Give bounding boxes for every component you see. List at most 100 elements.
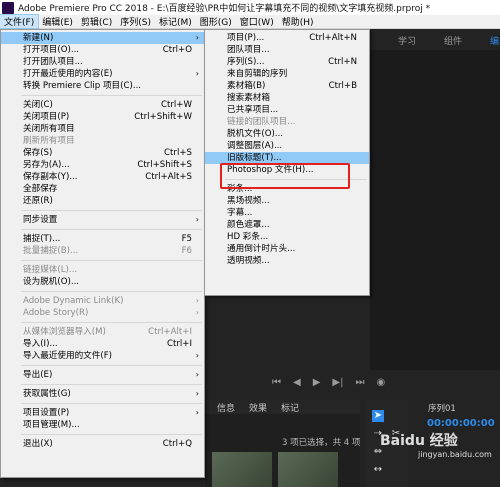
menu-bar: 文件(F) 编辑(E) 剪辑(C) 序列(S) 标记(M) 图形(G) 窗口(W) 帮助(H) — [0, 14, 500, 29]
menu-item-shortcut: Ctrl+O — [162, 45, 192, 55]
new-submenu-item-1[interactable]: 团队项目... — [205, 44, 369, 56]
step-back-icon[interactable]: ⏮ — [272, 377, 281, 388]
new-submenu-item-6[interactable]: 已共享项目... — [205, 104, 369, 116]
menubar-item-7[interactable]: 帮助(H) — [278, 15, 318, 28]
menu-separator — [21, 260, 202, 261]
new-submenu-item-11[interactable]: Photoshop 文件(H)... — [205, 164, 369, 176]
step-forward-icon[interactable]: ⏭ — [355, 377, 364, 388]
premiere-app-icon — [2, 1, 14, 14]
menu-separator — [21, 403, 202, 404]
file-menu-item-7[interactable]: 关闭项目(P) Ctrl+Shift+W — [1, 111, 204, 123]
menu-item-shortcut: Ctrl+Alt+S — [145, 172, 192, 182]
file-menu-item-1[interactable]: 打开项目(O)... Ctrl+O — [1, 44, 204, 56]
file-menu: 新建(N) › 打开项目(O)... Ctrl+O 打开团队项目... 打开最近使用的内容… — [0, 29, 205, 478]
sequence-title[interactable]: 序列01 — [428, 402, 456, 414]
new-submenu-item-8[interactable]: 脱机文件(O)... — [205, 128, 369, 140]
file-menu-item-24[interactable]: Adobe Dynamic Link(K) › — [1, 295, 204, 307]
menubar-item-3[interactable]: 序列(S) — [116, 15, 155, 28]
file-menu-item-6[interactable]: 关闭(C) Ctrl+W — [1, 99, 204, 111]
workspace-tab-1[interactable]: 组件 — [444, 34, 462, 47]
timecode-display[interactable]: 00:00:00:00 — [427, 418, 495, 429]
menu-item-label: 调整图层(A)... — [227, 141, 283, 151]
file-menu-item-19[interactable]: 批量捕捉(B)... F6 — [1, 245, 204, 257]
new-submenu-item-15[interactable]: 字幕... — [205, 207, 369, 219]
menubar-item-6[interactable]: 窗口(W) — [236, 15, 278, 28]
new-submenu: 项目(P)... Ctrl+Alt+N 团队项目... 序列(S)... Ctrl+N 来… — [204, 29, 370, 296]
camera-icon[interactable]: ◉ — [376, 377, 385, 388]
file-menu-item-33[interactable]: 获取属性(G) › — [1, 388, 204, 400]
menu-separator — [21, 210, 202, 211]
new-submenu-item-18[interactable]: 通用倒计时片头... — [205, 243, 369, 255]
menu-item-label: 关闭(C) — [23, 100, 53, 110]
chevron-right-icon: › — [195, 389, 199, 398]
chevron-right-icon: › — [195, 351, 199, 360]
menu-item-label: 新建(N) — [23, 33, 54, 43]
menu-separator — [21, 95, 202, 96]
workspace-tab-2[interactable]: 编 — [490, 34, 499, 47]
project-tab-1[interactable]: 效果 — [249, 401, 267, 414]
file-menu-item-31[interactable]: 导出(E) › — [1, 369, 204, 381]
clip-thumbnail[interactable] — [212, 452, 272, 487]
file-menu-item-38[interactable]: 退出(X) Ctrl+Q — [1, 438, 204, 450]
file-menu-item-36[interactable]: 项目管理(M)... — [1, 419, 204, 431]
new-submenu-item-9[interactable]: 调整图层(A)... — [205, 140, 369, 152]
file-menu-item-25[interactable]: Adobe Story(R) › — [1, 307, 204, 319]
forward-icon[interactable]: ▶| — [332, 377, 343, 388]
selection-tool-icon[interactable]: ➤ — [372, 410, 384, 422]
new-submenu-item-13[interactable]: 彩条... — [205, 183, 369, 195]
file-menu-item-27[interactable]: 从媒体浏览器导入(M) Ctrl+Alt+I — [1, 326, 204, 338]
workspace-tab-0[interactable]: 学习 — [398, 34, 416, 47]
new-submenu-item-17[interactable]: HD 彩条... — [205, 231, 369, 243]
menu-item-shortcut: Ctrl+Alt+N — [309, 33, 357, 43]
new-submenu-item-2[interactable]: 序列(S)... Ctrl+N — [205, 56, 369, 68]
play-icon[interactable]: ▶ — [313, 377, 321, 388]
file-menu-item-0[interactable]: 新建(N) › — [1, 32, 204, 44]
file-menu-item-21[interactable]: 链接媒体(L)... — [1, 264, 204, 276]
new-submenu-item-19[interactable]: 透明视频... — [205, 255, 369, 267]
file-menu-item-13[interactable]: 全部保存 — [1, 183, 204, 195]
file-menu-item-35[interactable]: 项目设置(P) › — [1, 407, 204, 419]
new-submenu-item-3[interactable]: 来自剪辑的序列 — [205, 68, 369, 80]
menu-item-label: 脱机文件(O)... — [227, 129, 284, 139]
menu-item-shortcut: Ctrl+B — [328, 81, 357, 91]
file-menu-item-22[interactable]: 设为脱机(O)... — [1, 276, 204, 288]
slip-tool-icon[interactable]: ↔ — [372, 464, 384, 476]
new-submenu-item-16[interactable]: 颜色遮罩... — [205, 219, 369, 231]
file-menu-item-3[interactable]: 打开最近使用的内容(E) › — [1, 68, 204, 80]
menu-item-label: 导入(I)... — [23, 339, 58, 349]
rewind-icon[interactable]: ◀ — [293, 377, 301, 388]
file-menu-item-29[interactable]: 导入最近使用的文件(F) › — [1, 350, 204, 362]
file-menu-item-8[interactable]: 关闭所有项目 — [1, 123, 204, 135]
file-menu-item-14[interactable]: 还原(R) — [1, 195, 204, 207]
new-submenu-item-5[interactable]: 搜索素材箱 — [205, 92, 369, 104]
clip-thumbnail[interactable] — [278, 452, 338, 487]
menu-item-label: 导出(E) — [23, 370, 53, 380]
menu-item-label: 关闭项目(P) — [23, 112, 70, 122]
file-menu-item-18[interactable]: 捕捉(T)... F5 — [1, 233, 204, 245]
new-submenu-item-14[interactable]: 黑场视频... — [205, 195, 369, 207]
file-menu-item-2[interactable]: 打开团队项目... — [1, 56, 204, 68]
menubar-item-4[interactable]: 标记(M) — [155, 15, 196, 28]
menubar-item-2[interactable]: 剪辑(C) — [77, 15, 116, 28]
new-submenu-item-4[interactable]: 素材箱(B) Ctrl+B — [205, 80, 369, 92]
file-menu-item-16[interactable]: 同步设置 › — [1, 214, 204, 226]
new-submenu-item-7[interactable]: 链接的团队项目... — [205, 116, 369, 128]
menubar-item-1[interactable]: 编辑(E) — [38, 15, 77, 28]
menubar-item-0[interactable]: 文件(F) — [0, 14, 40, 29]
file-menu-item-11[interactable]: 另存为(A)... Ctrl+Shift+S — [1, 159, 204, 171]
watermark-logo: Baidu 经验 — [380, 433, 458, 449]
watermark-url: jingyan.baidu.com — [418, 450, 492, 459]
menu-item-label: 还原(R) — [23, 196, 53, 206]
project-tab-0[interactable]: 信息 — [217, 401, 235, 414]
file-menu-item-9[interactable]: 刷新所有项目 — [1, 135, 204, 147]
new-submenu-item-0[interactable]: 项目(P)... Ctrl+Alt+N — [205, 32, 369, 44]
file-menu-item-10[interactable]: 保存(S) Ctrl+S — [1, 147, 204, 159]
file-menu-item-28[interactable]: 导入(I)... Ctrl+I — [1, 338, 204, 350]
file-menu-item-12[interactable]: 保存副本(Y)... Ctrl+Alt+S — [1, 171, 204, 183]
menubar-item-5[interactable]: 图形(G) — [196, 15, 236, 28]
new-submenu-item-10[interactable]: 旧版标题(T)... — [205, 152, 369, 164]
file-menu-item-4[interactable]: 转换 Premiere Clip 项目(C)... — [1, 80, 204, 92]
project-tab-2[interactable]: 标记 — [281, 401, 299, 414]
menu-item-label: 批量捕捉(B)... — [23, 246, 79, 256]
menu-item-label: 退出(X) — [23, 439, 53, 449]
